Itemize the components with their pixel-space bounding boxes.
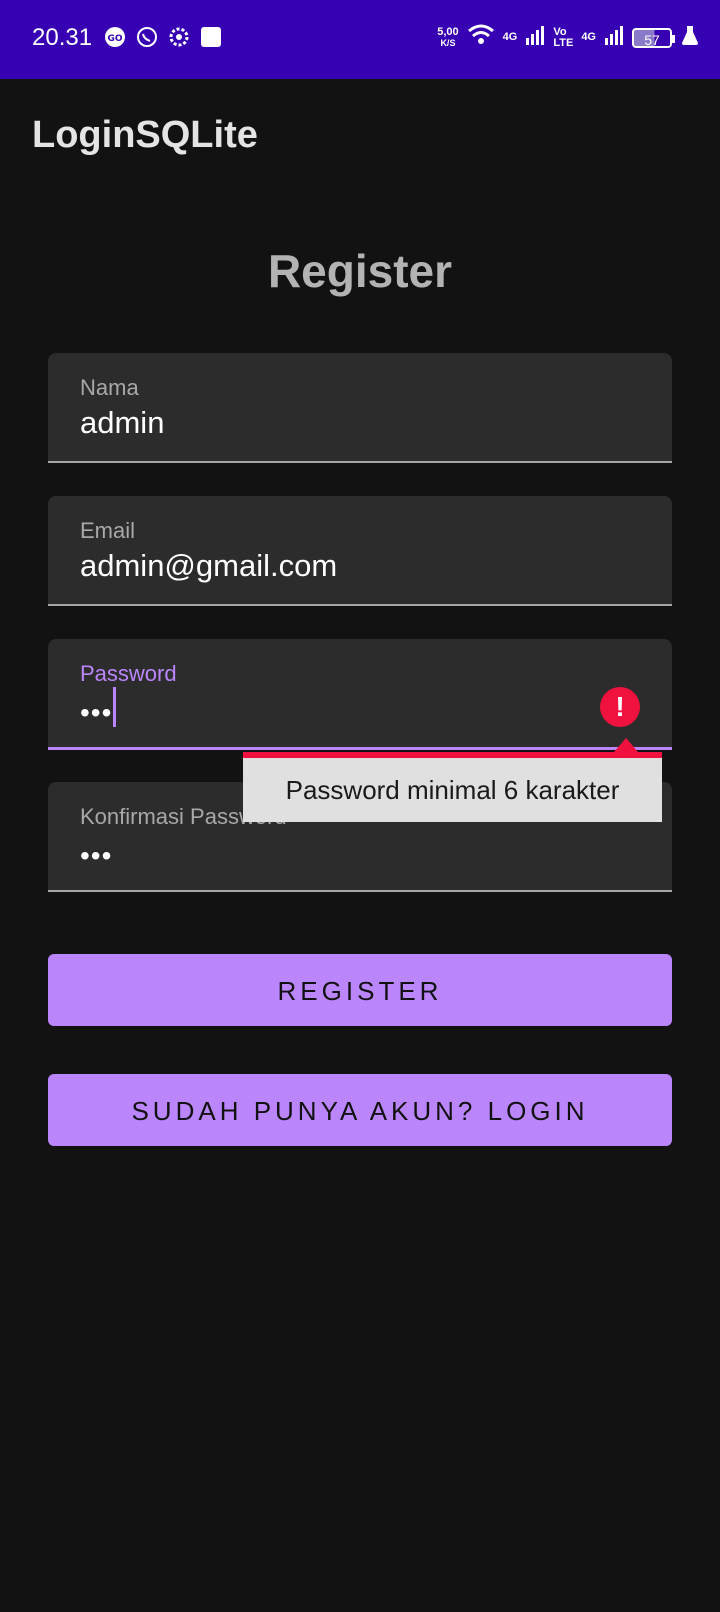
- battery-indicator: 57: [632, 27, 675, 48]
- wifi-icon: [467, 24, 495, 51]
- email-field-label: Email: [80, 518, 136, 543]
- password-field-label: Password: [80, 661, 177, 686]
- name-field-label: Nama: [80, 375, 139, 400]
- network-speed-unit: K/S: [440, 37, 456, 48]
- flask-icon: [680, 24, 700, 51]
- name-field-value[interactable]: admin: [80, 405, 164, 441]
- settings-gear-icon: [168, 26, 190, 48]
- volte-tag: Vo LTE: [553, 25, 574, 49]
- svg-text:GO: GO: [107, 34, 122, 44]
- signal-strength-icon: [604, 24, 624, 51]
- password-field-value[interactable]: •••: [80, 697, 112, 729]
- page-title: Register: [267, 245, 453, 297]
- app-title: LoginSQLite: [32, 114, 258, 156]
- register-button[interactable]: REGISTER: [48, 954, 672, 1026]
- confirm-password-field-value[interactable]: •••: [80, 840, 112, 872]
- text-cursor: [113, 687, 116, 727]
- notification-icons: GO: [104, 26, 222, 48]
- email-field[interactable]: Email admin@gmail.com: [48, 496, 672, 606]
- error-popup-arrow: [614, 738, 638, 752]
- error-icon[interactable]: !: [600, 687, 640, 727]
- volte-tag-top: Vo: [553, 25, 567, 38]
- volte-tag-bottom: LTE: [553, 36, 574, 49]
- email-field-value[interactable]: admin@gmail.com: [80, 548, 337, 584]
- go-app-icon: GO: [104, 26, 126, 48]
- signal-1-tag: 4G: [502, 31, 518, 43]
- status-time: 20.31: [32, 24, 93, 51]
- whatsapp-icon: [136, 26, 158, 48]
- signal-2-tag: 4G: [581, 31, 596, 43]
- signal-strength-icon: [525, 24, 545, 51]
- password-field[interactable]: Password ••• !: [48, 639, 672, 750]
- system-icons: 5,00 K/S 4G Vo LTE 4G 57: [437, 24, 700, 51]
- name-field[interactable]: Nama admin: [48, 353, 672, 463]
- network-speed: 5,00 K/S: [437, 25, 459, 49]
- network-speed-value: 5,00: [437, 25, 459, 38]
- square-notification-icon: [200, 26, 222, 48]
- battery-level: 57: [644, 31, 660, 48]
- status-bar: 20.31 GO 5,00 K/S 4G Vo LTE 4G 57: [0, 0, 720, 79]
- login-button[interactable]: SUDAH PUNYA AKUN? LOGIN: [48, 1074, 672, 1146]
- error-popup: Password minimal 6 karakter: [243, 752, 662, 822]
